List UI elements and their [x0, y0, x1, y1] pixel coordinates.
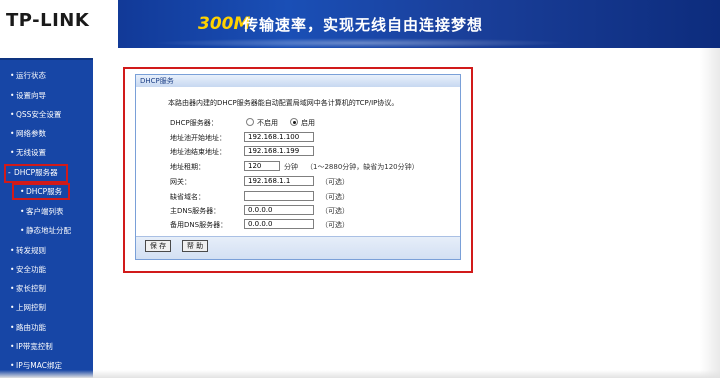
sidebar-item-client-list[interactable]: • 客户端列表: [20, 204, 64, 220]
sidebar-item-bandwidth[interactable]: • IP带宽控制: [10, 339, 53, 355]
sidebar-item-security[interactable]: • 安全功能: [10, 262, 46, 278]
dns-primary-hint: （可选）: [321, 207, 349, 215]
sidebar-item-label: 安全功能: [16, 265, 46, 274]
end-ip-label: 地址池结束地址：: [170, 148, 226, 156]
lease-input[interactable]: [244, 161, 280, 171]
sidebar-item-access-control[interactable]: • 上网控制: [10, 300, 46, 316]
sidebar-item-label: 网络参数: [16, 129, 46, 138]
sidebar-item-routing[interactable]: • 路由功能: [10, 320, 46, 336]
dhcp-server-label: DHCP服务器：: [170, 119, 218, 127]
sidebar-item-label: DHCP服务: [26, 187, 63, 196]
sidebar-item-label: 客户端列表: [26, 207, 64, 216]
sidebar-item-label: 转发规则: [16, 246, 46, 255]
help-button[interactable]: 帮 助: [182, 240, 208, 252]
dns-secondary-input[interactable]: [244, 219, 314, 229]
sidebar-item-label: DHCP服务器: [14, 168, 58, 177]
right-edge-shadow: [700, 48, 720, 378]
dhcp-disable-label: 不启用: [257, 119, 278, 127]
slogan-text: 传输速率，实现无线自由连接梦想: [243, 16, 484, 34]
domain-hint: （可选）: [321, 193, 349, 201]
sidebar-item-label: 设置向导: [16, 91, 46, 100]
dns-primary-input[interactable]: [244, 205, 314, 215]
dhcp-enable-radio[interactable]: [290, 118, 298, 126]
sidebar-item-forwarding[interactable]: • 转发规则: [10, 243, 46, 259]
dns-primary-label: 主DNS服务器：: [170, 207, 221, 215]
dns-secondary-hint: （可选）: [321, 221, 349, 229]
bottom-edge-shadow: [0, 370, 720, 378]
sidebar-item-wizard[interactable]: • 设置向导: [10, 88, 46, 104]
sidebar-item-label: 家长控制: [16, 284, 46, 293]
sidebar-item-static-address[interactable]: • 静态地址分配: [20, 223, 71, 239]
panel-title: DHCP服务: [136, 75, 460, 87]
logo-area: TP-LINK: [0, 0, 118, 48]
sidebar-item-status[interactable]: • 运行状态: [10, 68, 46, 84]
dhcp-disable-radio[interactable]: [246, 118, 254, 126]
panel-description: 本路由器内建的DHCP服务器能自动配置局域网中各计算机的TCP/IP协议。: [168, 99, 399, 107]
sidebar-item-network[interactable]: • 网络参数: [10, 126, 46, 142]
header-glow: [150, 38, 570, 48]
sidebar-item-label: QSS安全设置: [16, 110, 62, 119]
domain-label: 缺省域名：: [170, 193, 205, 201]
sidebar-item-label: 无线设置: [16, 148, 46, 157]
sidebar-item-wireless[interactable]: • 无线设置: [10, 145, 46, 161]
gateway-label: 网关：: [170, 178, 191, 186]
sidebar-item-label: IP带宽控制: [16, 342, 53, 351]
domain-input[interactable]: [244, 191, 314, 201]
gateway-hint: （可选）: [321, 178, 349, 186]
end-ip-input[interactable]: [244, 146, 314, 156]
gateway-input[interactable]: [244, 176, 314, 186]
lease-label: 地址租期：: [170, 163, 205, 171]
sidebar-item-label: 静态地址分配: [26, 226, 71, 235]
sidebar-item-label: 路由功能: [16, 323, 46, 332]
start-ip-label: 地址池开始地址：: [170, 134, 226, 142]
sidebar-item-dhcp-service[interactable]: • DHCP服务: [20, 184, 62, 200]
sidebar-item-label: IP与MAC绑定: [16, 361, 62, 370]
lease-hint: （1～2880分钟，缺省为120分钟）: [306, 163, 419, 171]
dhcp-enable-label: 启用: [301, 119, 315, 127]
sidebar-item-label: 运行状态: [16, 71, 46, 80]
header-banner: TP-LINK 300M 传输速率，实现无线自由连接梦想: [0, 0, 720, 48]
lease-unit: 分钟: [284, 163, 298, 171]
save-button[interactable]: 保 存: [145, 240, 171, 252]
start-ip-input[interactable]: [244, 132, 314, 142]
tp-link-logo: TP-LINK: [6, 10, 90, 31]
sidebar-item-qss[interactable]: • QSS安全设置: [10, 107, 61, 123]
dns-secondary-label: 备用DNS服务器：: [170, 221, 228, 229]
sidebar-item-dhcp-server[interactable]: - DHCP服务器: [8, 165, 58, 181]
sidebar-item-label: 上网控制: [16, 303, 46, 312]
header-divider: [0, 48, 720, 58]
sidebar-item-parental[interactable]: • 家长控制: [10, 281, 46, 297]
